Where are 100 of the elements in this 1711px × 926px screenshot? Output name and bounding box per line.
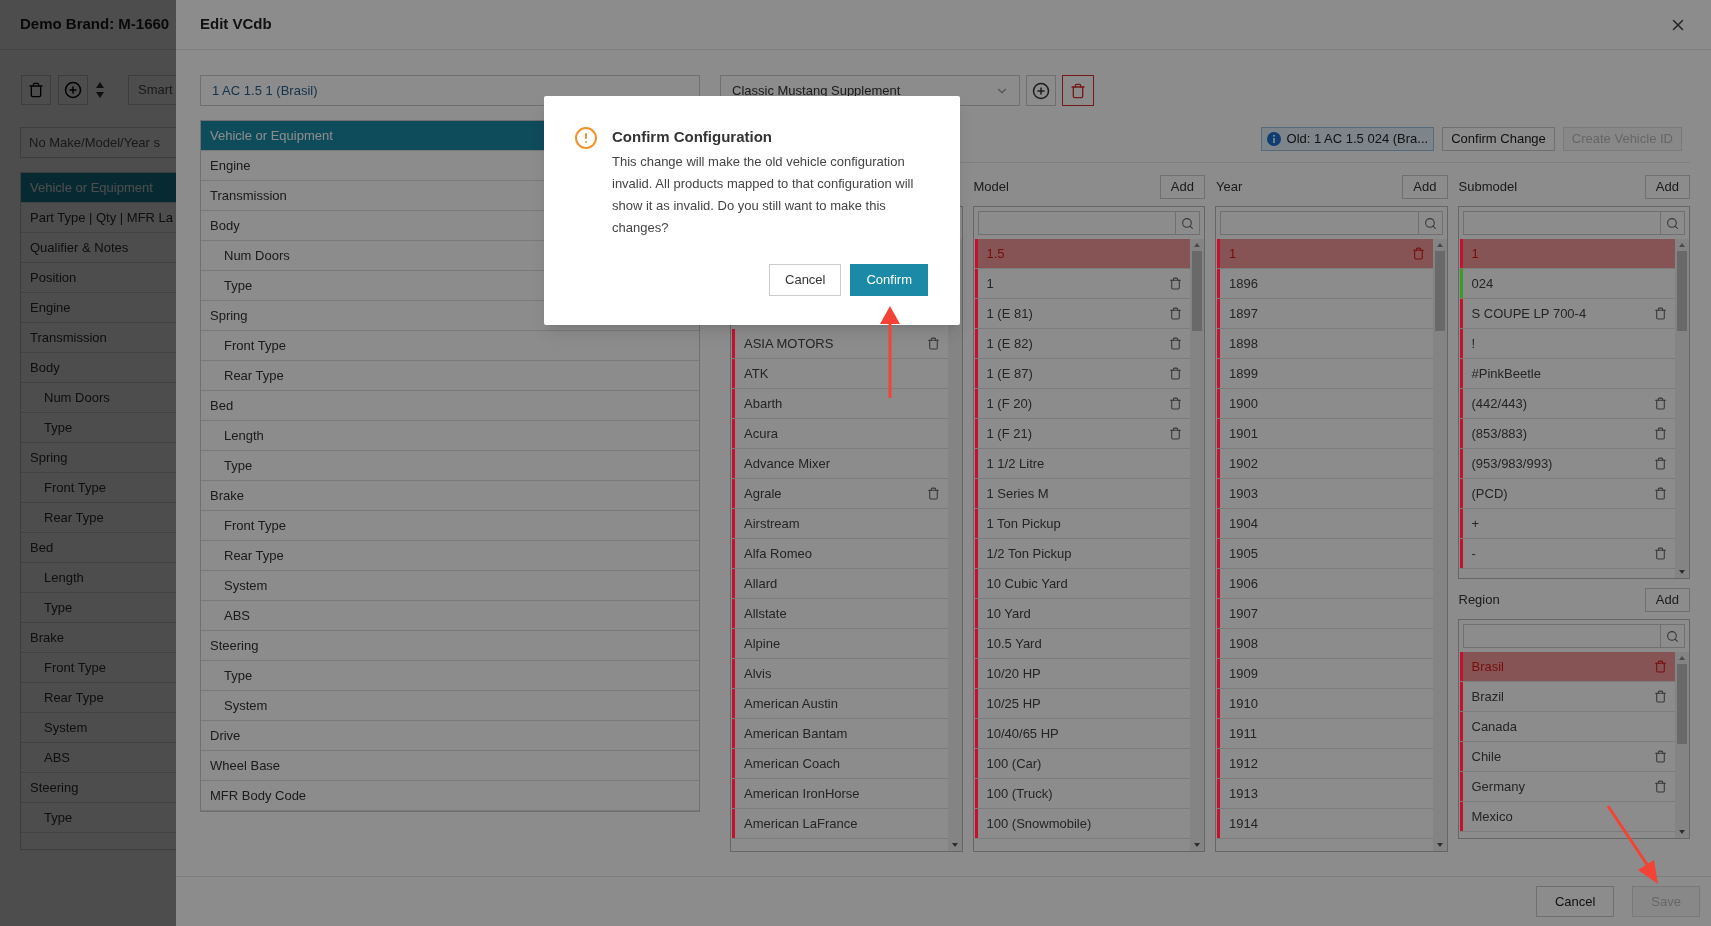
list-item[interactable]: Alpine [732, 629, 948, 659]
list-item[interactable]: 1910 [1217, 689, 1433, 719]
list-item[interactable]: 1908 [1217, 629, 1433, 659]
delete-icon[interactable] [1654, 690, 1667, 703]
delete-icon[interactable] [1654, 397, 1667, 410]
delete-icon[interactable] [1169, 337, 1182, 350]
list-item[interactable]: 10/20 HP [974, 659, 1190, 689]
list-item[interactable]: American LaFrance [732, 809, 948, 839]
list-item[interactable]: Mexico [1459, 802, 1675, 832]
add-button[interactable]: Add [1644, 588, 1690, 612]
list-item[interactable]: (PCD) [1459, 479, 1675, 509]
delete-icon[interactable] [1169, 277, 1182, 290]
delete-icon[interactable] [1654, 660, 1667, 673]
scrollbar-thumb[interactable] [1677, 251, 1687, 331]
list-item[interactable]: 1/2 Ton Pickup [974, 539, 1190, 569]
list-item[interactable]: Acura [732, 419, 948, 449]
list-item[interactable]: Agrale [732, 479, 948, 509]
list-item[interactable]: 1912 [1217, 749, 1433, 779]
delete-icon[interactable] [1169, 307, 1182, 320]
list-item[interactable]: 1 1/2 Litre [974, 449, 1190, 479]
scrollbar-thumb[interactable] [1677, 664, 1687, 744]
list-item[interactable]: Alvis [732, 659, 948, 689]
scrollbar[interactable] [1675, 239, 1689, 578]
list-item[interactable]: Germany [1459, 772, 1675, 802]
list-item[interactable]: + [1459, 509, 1675, 539]
list-item[interactable]: - [1459, 539, 1675, 569]
list-item[interactable]: 1 (F 21) [974, 419, 1190, 449]
list-item[interactable]: 10/40/65 HP [974, 719, 1190, 749]
list-item[interactable]: Advance Mixer [732, 449, 948, 479]
list-item[interactable]: ATK [732, 359, 948, 389]
delete-icon[interactable] [1654, 457, 1667, 470]
caret-up-icon[interactable] [95, 81, 105, 89]
delete-icon[interactable] [1654, 750, 1667, 763]
delete-icon[interactable] [1169, 397, 1182, 410]
list-item[interactable]: 100 (Truck) [974, 779, 1190, 809]
delete-icon[interactable] [1654, 307, 1667, 320]
add-button[interactable] [1026, 75, 1056, 106]
list-item[interactable]: Brazil [1459, 682, 1675, 712]
delete-icon[interactable] [1654, 780, 1667, 793]
list-item[interactable]: Abarth [732, 389, 948, 419]
list-item[interactable]: (953/983/993) [1459, 449, 1675, 479]
delete-icon[interactable] [926, 337, 940, 350]
add-button[interactable]: Add [1402, 175, 1448, 199]
list-item[interactable]: 1909 [1217, 659, 1433, 689]
delete-icon[interactable] [1169, 427, 1182, 440]
list-item[interactable]: ! [1459, 329, 1675, 359]
list-item[interactable]: Allstate [732, 599, 948, 629]
list-item[interactable]: 1 [974, 269, 1190, 299]
search-field[interactable] [977, 211, 1200, 235]
search-field[interactable] [1220, 211, 1443, 235]
list-item[interactable]: American IronHorse [732, 779, 948, 809]
list-item[interactable]: Canada [1459, 712, 1675, 742]
delete-icon[interactable] [1654, 487, 1667, 500]
scrollbar-thumb[interactable] [1192, 251, 1202, 331]
list-item[interactable]: 1904 [1217, 509, 1433, 539]
dialog-button[interactable]: Confirm [850, 264, 928, 296]
footer-button[interactable]: Cancel [1535, 886, 1615, 917]
action-button[interactable]: Confirm Change [1442, 126, 1555, 151]
list-item[interactable]: 1907 [1217, 599, 1433, 629]
list-item[interactable]: 1911 [1217, 719, 1433, 749]
list-item[interactable]: 1 (E 87) [974, 359, 1190, 389]
search-field[interactable] [1462, 624, 1685, 648]
delete-icon[interactable] [1654, 427, 1667, 440]
list-item[interactable]: Chile [1459, 742, 1675, 772]
list-item[interactable]: 1897 [1217, 299, 1433, 329]
list-item[interactable]: American Austin [732, 689, 948, 719]
list-item[interactable]: 1913 [1217, 779, 1433, 809]
delete-icon[interactable] [1169, 367, 1182, 380]
add-button[interactable]: Add [1159, 175, 1205, 199]
delete-icon[interactable] [1411, 247, 1425, 260]
list-item[interactable]: 100 (Car) [974, 749, 1190, 779]
list-item[interactable]: 1 (F 20) [974, 389, 1190, 419]
list-item[interactable]: 1900 [1217, 389, 1433, 419]
caret-down-icon[interactable] [95, 91, 105, 99]
list-item[interactable]: Allard [732, 569, 948, 599]
list-item[interactable]: 1906 [1217, 569, 1433, 599]
list-item[interactable]: 1899 [1217, 359, 1433, 389]
list-item[interactable]: 10 Yard [974, 599, 1190, 629]
list-item[interactable]: 10/25 HP [974, 689, 1190, 719]
list-item[interactable]: 1896 [1217, 269, 1433, 299]
list-item[interactable]: 1 Ton Pickup [974, 509, 1190, 539]
delete-button[interactable] [1062, 75, 1094, 106]
list-item[interactable]: 1903 [1217, 479, 1433, 509]
list-item[interactable]: 1914 [1217, 809, 1433, 839]
list-item[interactable]: 10.5 Yard [974, 629, 1190, 659]
list-item[interactable]: #PinkBeetle [1459, 359, 1675, 389]
list-item[interactable]: Alfa Romeo [732, 539, 948, 569]
delete-icon[interactable] [926, 487, 940, 500]
search-field[interactable] [1462, 211, 1685, 235]
scrollbar-thumb[interactable] [1434, 251, 1445, 331]
list-item[interactable]: (442/443) [1459, 389, 1675, 419]
list-item[interactable]: 1 Series M [974, 479, 1190, 509]
list-item[interactable]: 024 [1459, 269, 1675, 299]
delete-icon[interactable] [1654, 547, 1667, 560]
scrollbar[interactable] [1190, 239, 1204, 851]
list-item[interactable]: 10 Cubic Yard [974, 569, 1190, 599]
list-item[interactable]: 1901 [1217, 419, 1433, 449]
list-item[interactable]: ASIA MOTORS [732, 329, 948, 359]
list-item[interactable]: American Coach [732, 749, 948, 779]
list-item[interactable]: 1898 [1217, 329, 1433, 359]
